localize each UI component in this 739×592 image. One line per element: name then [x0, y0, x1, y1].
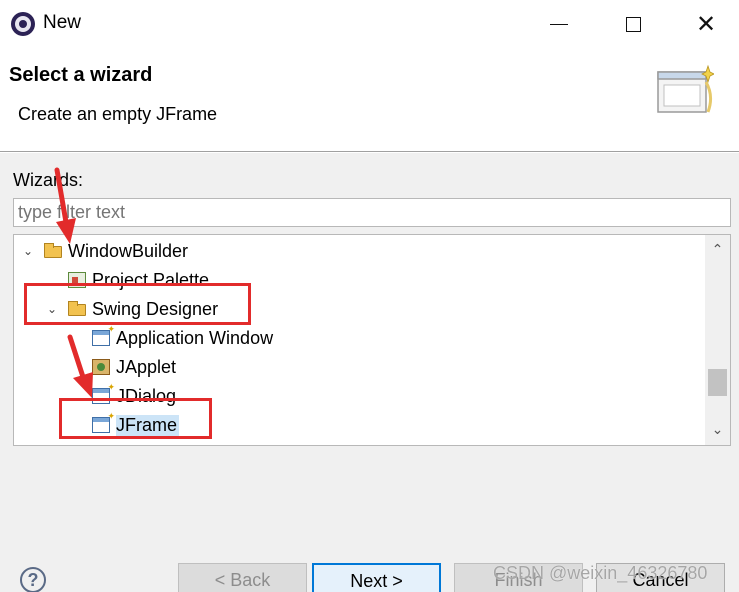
tree-scrollbar[interactable]: ⌃ ⌄	[705, 235, 730, 445]
scroll-up-icon[interactable]: ⌃	[705, 237, 730, 263]
scroll-thumb[interactable]	[708, 369, 727, 396]
applet-icon	[92, 359, 110, 375]
minimize-icon	[550, 23, 568, 25]
title-bar: New ✕	[0, 0, 739, 48]
close-icon: ✕	[695, 10, 717, 38]
tree-item-label: WindowBuilder	[68, 240, 189, 261]
frame-wizard-icon	[92, 324, 115, 346]
wizards-label: Wizards:	[13, 170, 84, 190]
tree-item-label: JApplet	[116, 356, 177, 377]
window-title: New	[43, 12, 82, 33]
back-button[interactable]: < Back	[178, 563, 307, 592]
wizard-banner-icon	[657, 64, 714, 113]
help-icon[interactable]: ?	[20, 567, 46, 592]
chevron-down-icon[interactable]: ⌄	[22, 244, 34, 258]
page-title: Select a wizard	[9, 64, 153, 86]
next-button[interactable]: Next >	[312, 563, 441, 592]
maximize-icon	[625, 16, 641, 32]
wizard-footer: ? < Back Next > Finish Cancel CSDN @weix…	[0, 543, 739, 592]
eclipse-icon	[11, 12, 35, 36]
page-description: Create an empty JFrame	[18, 104, 218, 124]
tree-item-windowbuilder[interactable]: ⌄ WindowBuilder	[22, 237, 188, 265]
tree-item-japplet[interactable]: JApplet	[92, 353, 176, 381]
filter-input[interactable]	[13, 198, 731, 227]
close-button[interactable]: ✕	[683, 7, 729, 41]
annotation-box-swing-designer	[24, 283, 251, 325]
minimize-button[interactable]	[536, 7, 582, 41]
wizard-header: Select a wizard Create an empty JFrame	[0, 48, 739, 152]
tree-item-application-window[interactable]: Application Window	[92, 324, 273, 352]
scroll-down-icon[interactable]: ⌄	[705, 417, 730, 443]
wizard-content: Wizards: ⌄ WindowBuilder Project Palette…	[0, 153, 739, 543]
tree-item-label: Application Window	[116, 327, 274, 348]
watermark: CSDN @weixin_46326780	[493, 563, 708, 583]
maximize-button[interactable]	[610, 7, 656, 41]
annotation-box-jframe	[59, 398, 212, 439]
folder-open-icon	[44, 243, 62, 258]
